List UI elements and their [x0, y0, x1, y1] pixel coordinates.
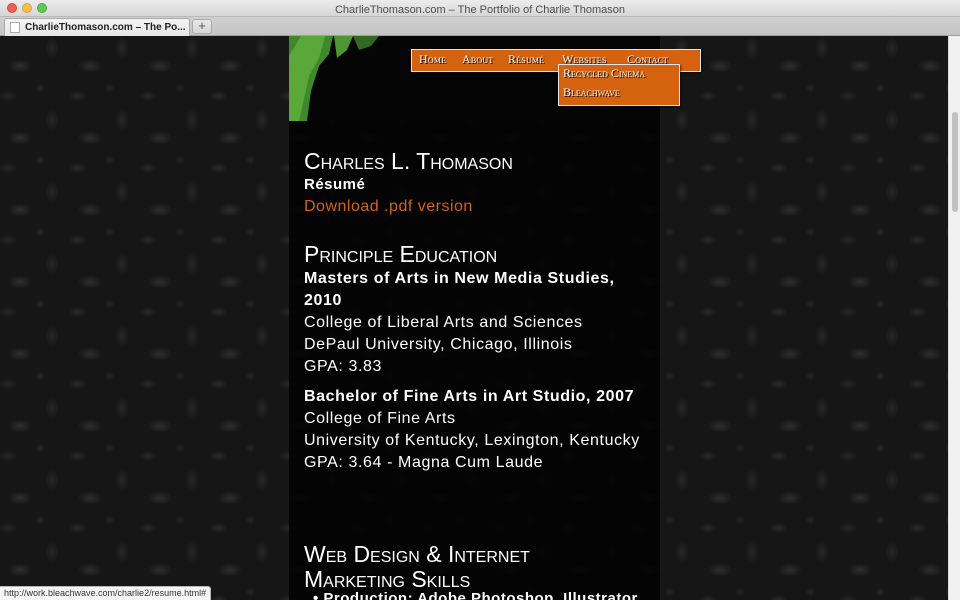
vertical-scrollbar[interactable]	[948, 36, 960, 600]
education-heading: Principle Education	[304, 241, 498, 267]
tab-bar: CharlieThomason.com – The Po... +	[0, 17, 960, 36]
skills-list-item: • Production: Adobe Photoshop, Illustrat…	[313, 590, 642, 600]
nav-item-home[interactable]: Home	[419, 52, 446, 67]
minimize-window-button[interactable]	[22, 3, 32, 13]
edu-line: GPA: 3.83	[304, 358, 383, 375]
degree-title: Masters of Arts in New Media Studies, 20…	[304, 270, 615, 309]
page-viewport: Home About Résumé Websites Contact Recyc…	[0, 36, 948, 600]
edu-line: DePaul University, Chicago, Illinois	[304, 336, 573, 353]
title-bar: CharlieThomason.com – The Portfolio of C…	[0, 0, 960, 17]
close-window-button[interactable]	[7, 3, 17, 13]
download-pdf-link[interactable]: Download .pdf version	[304, 198, 473, 216]
edu-line: College of Fine Arts	[304, 410, 456, 427]
skills-heading-line1: Web Design & Internet	[304, 541, 530, 567]
new-tab-button[interactable]: +	[192, 19, 212, 34]
edu-line: University of Kentucky, Lexington, Kentu…	[304, 432, 640, 449]
name-heading: Charles L. Thomason	[304, 148, 513, 174]
nav-item-resume[interactable]: Résumé	[508, 52, 544, 67]
education-entry: Masters of Arts in New Media Studies, 20…	[304, 268, 644, 378]
content-column: Home About Résumé Websites Contact Recyc…	[289, 36, 701, 600]
scrollbar-thumb[interactable]	[952, 112, 958, 212]
education-entry: Bachelor of Fine Arts in Art Studio, 200…	[304, 386, 644, 474]
edu-line: GPA: 3.64 - Magna Cum Laude	[304, 454, 544, 471]
degree-title: Bachelor of Fine Arts in Art Studio, 200…	[304, 388, 635, 405]
page-icon	[10, 22, 20, 33]
resume-subheading: Résumé	[304, 176, 366, 193]
edu-line: College of Liberal Arts and Sciences	[304, 314, 583, 331]
websites-submenu: Recycled Cinema Bleachwave	[558, 64, 680, 106]
submenu-item-recycled-cinema[interactable]: Recycled Cinema	[563, 66, 645, 81]
submenu-item-bleachwave[interactable]: Bleachwave	[563, 85, 620, 100]
zoom-window-button[interactable]	[37, 3, 47, 13]
status-bar-url: http://work.bleachwave.com/charlie2/resu…	[0, 586, 212, 600]
skills-heading-line2: Marketing Skills	[304, 566, 471, 592]
nav-item-about[interactable]: About	[462, 52, 493, 67]
tab-label: CharlieThomason.com – The Po...	[25, 22, 186, 33]
active-tab[interactable]: CharlieThomason.com – The Po...	[4, 18, 190, 36]
